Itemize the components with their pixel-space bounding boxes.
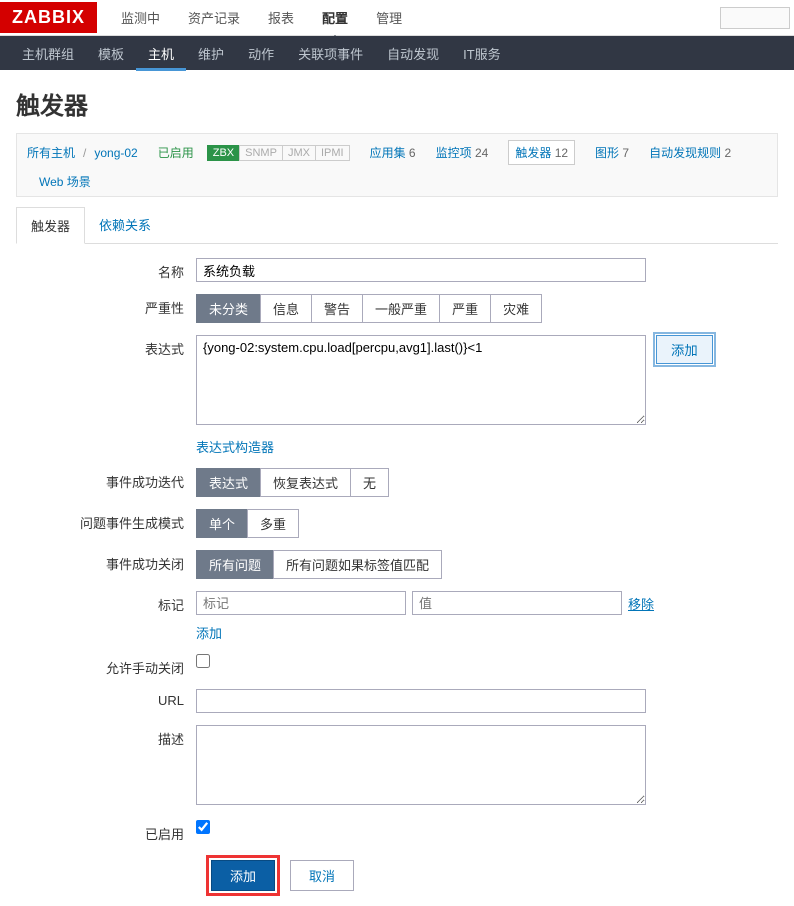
label-severity: 严重性 [16, 294, 196, 317]
badge-snmp: SNMP [239, 145, 283, 161]
label-url: URL [16, 689, 196, 708]
label-description: 描述 [16, 725, 196, 748]
description-input[interactable] [196, 725, 646, 805]
severity-disaster[interactable]: 灾难 [490, 294, 542, 323]
name-input[interactable] [196, 258, 646, 282]
subnav-maintenance[interactable]: 维护 [186, 36, 236, 71]
breadcrumb-sep: / [83, 146, 86, 160]
label-tags: 标记 [16, 591, 196, 614]
severity-warning[interactable]: 警告 [311, 294, 363, 323]
eventiter-recovery[interactable]: 恢复表达式 [260, 468, 351, 497]
hostlink-graphs[interactable]: 图形 7 [595, 144, 629, 161]
subnav-hostgroups[interactable]: 主机群组 [10, 36, 86, 71]
highlight-annotation: 添加 [206, 855, 280, 896]
label-enabled: 已启用 [16, 820, 196, 843]
hostlink-triggers[interactable]: 触发器 12 [508, 140, 575, 165]
host-status: 已启用 [158, 144, 194, 161]
label-name: 名称 [16, 258, 196, 281]
breadcrumb-all-hosts[interactable]: 所有主机 [27, 144, 75, 161]
breadcrumb-host[interactable]: yong-02 [94, 146, 137, 160]
expression-add-button[interactable]: 添加 [656, 335, 713, 364]
problemgen-single[interactable]: 单个 [196, 509, 248, 538]
url-input[interactable] [196, 689, 646, 713]
tag-add-link[interactable]: 添加 [196, 626, 222, 641]
label-event-iteration: 事件成功迭代 [16, 468, 196, 491]
eventclose-all[interactable]: 所有问题 [196, 550, 274, 579]
subnav-discovery[interactable]: 自动发现 [375, 36, 451, 71]
severity-unclassified[interactable]: 未分类 [196, 294, 261, 323]
severity-high[interactable]: 严重 [439, 294, 491, 323]
cancel-button[interactable]: 取消 [290, 860, 354, 891]
logo: ZABBIX [0, 2, 97, 33]
topnav-reports[interactable]: 报表 [254, 0, 308, 35]
tag-value-input[interactable] [412, 591, 622, 615]
label-event-close: 事件成功关闭 [16, 550, 196, 573]
severity-average[interactable]: 一般严重 [362, 294, 440, 323]
expression-input[interactable]: {yong-02:system.cpu.load[percpu,avg1].la… [196, 335, 646, 425]
eventclose-tagmatch[interactable]: 所有问题如果标签值匹配 [273, 550, 442, 579]
eventiter-none[interactable]: 无 [350, 468, 389, 497]
expression-builder-link[interactable]: 表达式构造器 [196, 440, 274, 455]
submit-button[interactable]: 添加 [211, 860, 275, 891]
label-problem-gen: 问题事件生成模式 [16, 509, 196, 532]
hostlink-web[interactable]: Web 场景 [39, 173, 91, 190]
host-bar: 所有主机 / yong-02 已启用 ZBXSNMPJMXIPMI 应用集 6 … [16, 133, 778, 197]
label-expression: 表达式 [16, 335, 196, 358]
badge-ipmi: IPMI [315, 145, 350, 161]
severity-info[interactable]: 信息 [260, 294, 312, 323]
enabled-checkbox[interactable] [196, 820, 210, 834]
hostlink-discovery[interactable]: 自动发现规则 2 [649, 144, 731, 161]
topnav-admin[interactable]: 管理 [362, 0, 416, 35]
topnav-configuration[interactable]: 配置 [308, 0, 362, 35]
tab-dependencies[interactable]: 依赖关系 [85, 207, 165, 243]
hostlink-items[interactable]: 监控项 24 [436, 144, 489, 161]
tag-name-input[interactable] [196, 591, 406, 615]
topnav-inventory[interactable]: 资产记录 [174, 0, 254, 35]
tag-remove-link[interactable]: 移除 [628, 594, 654, 613]
subnav-itservices[interactable]: IT服务 [451, 36, 513, 71]
badge-zbx: ZBX [207, 145, 240, 161]
subnav-hosts[interactable]: 主机 [136, 36, 186, 71]
search-input[interactable] [720, 7, 790, 29]
badge-jmx: JMX [282, 145, 316, 161]
tab-trigger[interactable]: 触发器 [16, 207, 85, 244]
manual-close-checkbox[interactable] [196, 654, 210, 668]
hostlink-applications[interactable]: 应用集 6 [370, 144, 416, 161]
topnav-monitoring[interactable]: 监测中 [107, 0, 174, 35]
subnav-templates[interactable]: 模板 [86, 36, 136, 71]
subnav-actions[interactable]: 动作 [236, 36, 286, 71]
problemgen-multiple[interactable]: 多重 [247, 509, 299, 538]
label-manual-close: 允许手动关闭 [16, 654, 196, 677]
eventiter-expression[interactable]: 表达式 [196, 468, 261, 497]
page-title: 触发器 [16, 86, 778, 121]
